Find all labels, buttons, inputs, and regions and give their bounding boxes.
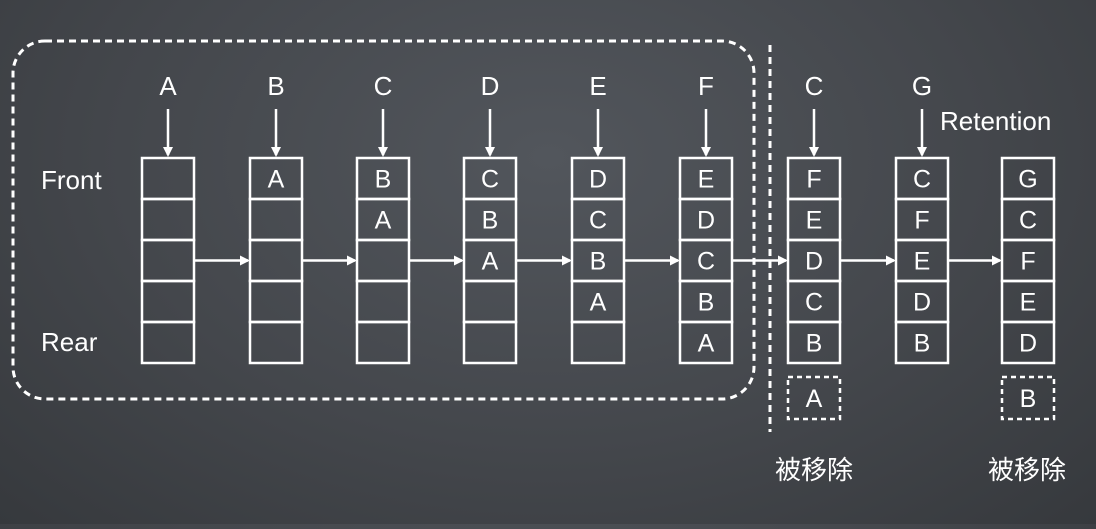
queue-column-4: D CBA [462, 71, 518, 365]
queue-cell-value: C [589, 207, 607, 235]
queue-cell-value: A [375, 207, 392, 235]
queue-cell-value: B [698, 289, 715, 317]
queue-cell-value: G [1018, 166, 1037, 194]
queue-cell-value: E [1020, 289, 1037, 317]
queue-cell-value: A [698, 330, 715, 358]
queue-cell-value: D [697, 207, 715, 235]
incoming-item-label: C [374, 71, 393, 101]
queue-cell [140, 320, 196, 365]
incoming-item-label: E [589, 71, 606, 101]
queue-cell-value: C [481, 166, 499, 194]
front-label: Front [41, 165, 102, 195]
rear-label: Rear [41, 327, 98, 357]
queue-cell [462, 320, 518, 365]
queue-cell [140, 197, 196, 242]
queue-cell-value: F [1020, 248, 1035, 276]
queue-cell [248, 320, 304, 365]
queue-column-3: C BA [355, 71, 411, 365]
queue-cell [355, 320, 411, 365]
queue-cell-value: D [589, 166, 607, 194]
removed-label-first: 被移除 [775, 455, 853, 485]
queue-cell-value: B [375, 166, 392, 194]
queues-layer: A BACBADCBAEDCBAFEDCBACFEDCBAGCFEDBGCFEDB [140, 71, 1056, 421]
incoming-item-label: A [159, 71, 177, 101]
queue-column-9: GCFEDB [1000, 156, 1056, 421]
queue-cell-value: E [806, 207, 823, 235]
queue-cell [140, 156, 196, 201]
queue-cell-value: F [806, 166, 821, 194]
incoming-item-label: B [267, 71, 284, 101]
queue-cell-value: A [590, 289, 607, 317]
queue-cell-value: C [805, 289, 823, 317]
queue-cell-value: B [590, 248, 607, 276]
queue-cell [140, 279, 196, 324]
queue-cell [355, 279, 411, 324]
queue-cell-value: B [482, 207, 499, 235]
queue-cell-value: A [482, 248, 499, 276]
queue-cell [355, 238, 411, 283]
queue-cell [248, 279, 304, 324]
queue-column-6: F EDCBA [678, 71, 734, 365]
incoming-item-label: C [805, 71, 824, 101]
queue-cell-value: D [913, 289, 931, 317]
queue-column-5: E DCBA [570, 71, 626, 365]
evicted-item-value: A [806, 385, 823, 413]
queue-cell-value: B [914, 330, 931, 358]
queue-cell-value: D [805, 248, 823, 276]
queue-cell [140, 238, 196, 283]
queue-cell [248, 238, 304, 283]
queue-cell-value: F [914, 207, 929, 235]
removed-label-second: 被移除 [988, 455, 1066, 485]
evicted-item-value: B [1020, 385, 1037, 413]
queue-cell-value: B [806, 330, 823, 358]
retention-label: Retention [940, 106, 1051, 136]
incoming-item-label: D [481, 71, 500, 101]
queue-cell-value: C [913, 166, 931, 194]
queue-cell [462, 279, 518, 324]
lru-queue-diagram: Front Rear Retention 被移除 被移除 ABACBADCBAE… [0, 0, 1096, 524]
queue-cell-value: C [697, 248, 715, 276]
queue-column-7: CFEDCBA [786, 71, 842, 421]
queue-cell [248, 197, 304, 242]
queue-cell-value: E [698, 166, 715, 194]
queue-cell-value: D [1019, 330, 1037, 358]
queue-cell-value: A [268, 166, 285, 194]
diagram-canvas: Front Rear Retention 被移除 被移除 A BACBADCBAE… [11, 39, 1066, 485]
incoming-item-label: F [698, 71, 714, 101]
queue-column-1: A [140, 71, 196, 365]
queue-cell-value: C [1019, 207, 1037, 235]
incoming-item-label: G [912, 71, 932, 101]
queue-cell [570, 320, 626, 365]
queue-cell-value: E [914, 248, 931, 276]
queue-column-2: BA [248, 71, 304, 365]
